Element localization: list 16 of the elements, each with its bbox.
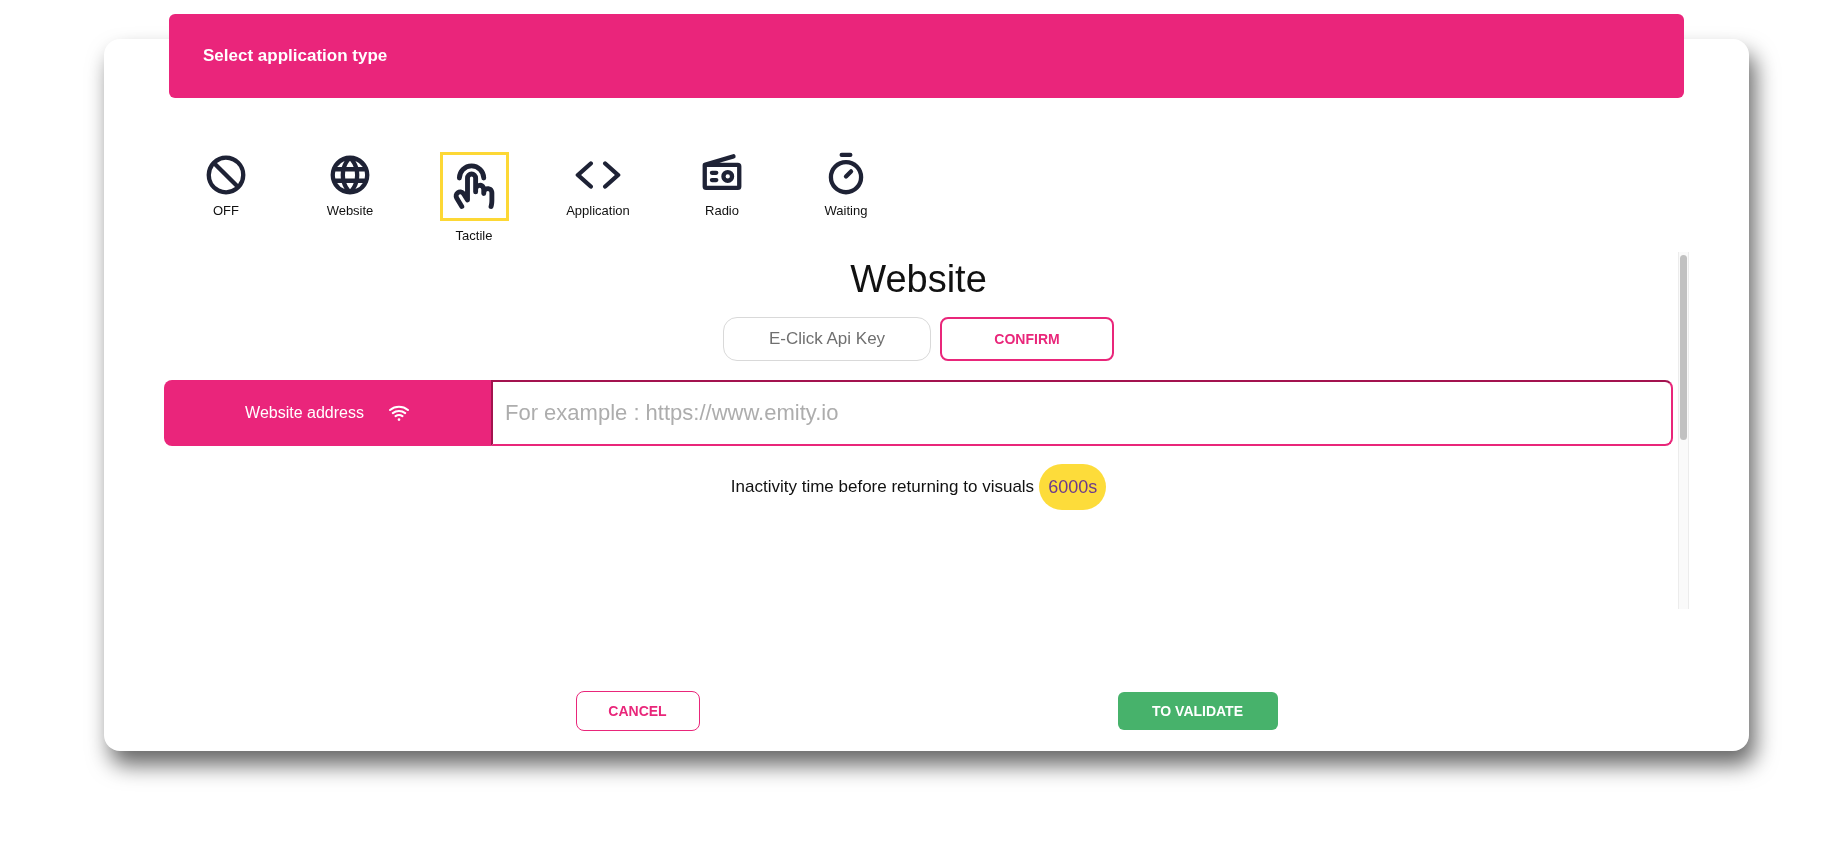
- app-type-option[interactable]: Tactile: [439, 152, 509, 244]
- scrollbar-thumb[interactable]: [1680, 255, 1687, 440]
- panel-title: Website: [850, 257, 987, 301]
- header-title: Select application type: [203, 45, 388, 68]
- confirm-button[interactable]: CONFIRM: [940, 317, 1114, 361]
- app-type-option[interactable]: Application: [566, 152, 630, 219]
- inactivity-label: Inactivity time before returning to visuals: [730, 476, 1035, 499]
- inactivity-time-value: 6000s: [1039, 464, 1107, 510]
- api-key-button[interactable]: E-Click Api Key: [723, 317, 931, 361]
- app-type-option[interactable]: Website: [326, 152, 374, 219]
- field-label-text: Website address: [245, 403, 364, 423]
- app-type-option[interactable]: Waiting: [823, 152, 869, 219]
- app-type-option[interactable]: Radio: [699, 152, 745, 219]
- app-type-option[interactable]: OFF: [203, 152, 249, 219]
- website-address-input[interactable]: For example : https://www.emity.io: [491, 380, 1673, 446]
- cancel-button[interactable]: CANCEL: [575, 691, 700, 731]
